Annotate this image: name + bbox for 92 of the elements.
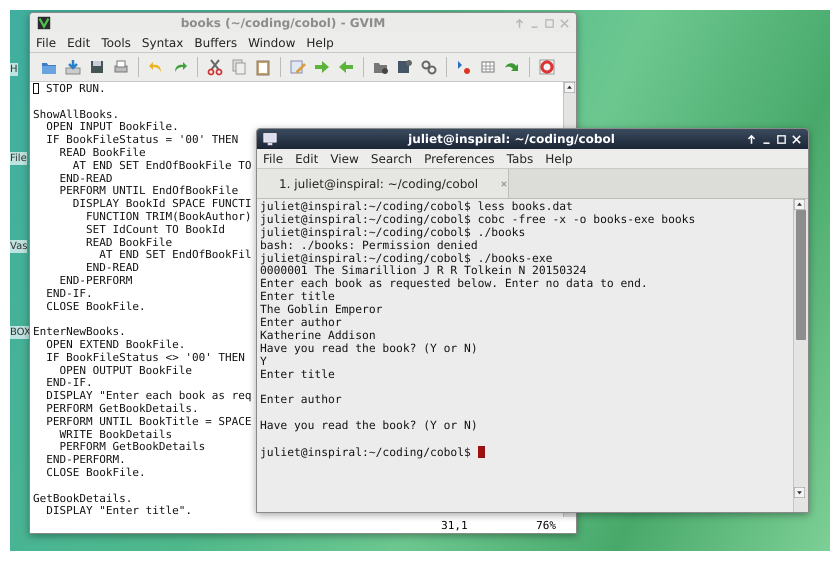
download-icon[interactable] — [64, 58, 82, 76]
menu-item[interactable]: View — [330, 152, 359, 166]
menu-item[interactable]: Syntax — [142, 36, 184, 50]
window-title: books (~/coding/cobol) - GVIM — [180, 16, 386, 30]
scrollbar-thumb[interactable] — [796, 210, 806, 340]
code-line: ShowAllBooks. — [33, 108, 120, 121]
menu-item[interactable]: Help — [306, 36, 334, 50]
code-line: bash: ./books: Permission denied — [260, 238, 478, 252]
code-line: CLOSE BookFile. — [45, 300, 146, 313]
code-line: DISPLAY "Enter each book as req — [45, 389, 252, 402]
copy-icon[interactable] — [230, 58, 248, 76]
scroll-up-icon[interactable] — [564, 82, 575, 93]
tab-label: 1. juliet@inspiral: ~/coding/cobol — [279, 176, 478, 190]
code-line: Enter each book as requested below. Enter no data to end. — [260, 277, 648, 290]
menu-item[interactable]: Edit — [67, 36, 90, 50]
app-logo-icon — [36, 15, 52, 31]
code-line: juliet@inspiral:~/coding/cobol$ ./books — [260, 226, 526, 239]
code-line: Y — [260, 354, 267, 368]
code-line: Have you read the book? (Y or N) — [260, 419, 478, 432]
pencil-icon[interactable] — [289, 58, 307, 76]
menu-item[interactable]: File — [263, 152, 284, 166]
code-line: PERFORM GetBookDetails. — [45, 402, 199, 415]
text-cursor — [33, 83, 39, 94]
code-line: END-READ — [58, 172, 112, 185]
code-line: FUNCTION TRIM(BookAuthor) — [84, 210, 252, 223]
code-line: PERFORM GetBookDetails — [58, 440, 206, 454]
scroll-percent: 76% — [536, 518, 556, 532]
code-line: OPEN EXTEND BookFile. — [45, 338, 186, 351]
desktop-icon-label[interactable]: File — [10, 152, 27, 165]
code-line: OPEN INPUT BookFile. — [45, 120, 179, 134]
desktop-icon-label[interactable]: Vas — [10, 240, 28, 253]
code-line: END-IF. — [45, 286, 93, 300]
menu-item[interactable]: File — [36, 36, 56, 50]
code-line: Enter author — [260, 316, 342, 330]
code-line: Have you read the book? (Y or N) — [260, 342, 478, 355]
code-line: Katherine Addison — [260, 328, 376, 342]
code-line: juliet@inspiral:~/coding/cobol$ less books.dat — [260, 200, 573, 213]
shapes-icon[interactable] — [455, 58, 473, 76]
code-line: DISPLAY BookId SPACE FUNCTI — [72, 197, 252, 210]
menu-item[interactable]: Tabs — [506, 152, 534, 166]
code-line: Enter author — [260, 393, 342, 406]
code-line: CLOSE BookFile. — [45, 466, 146, 479]
code-line: GetBookDetails. — [33, 492, 132, 504]
floppy-icon[interactable] — [88, 58, 106, 76]
code-line: AT END SET EndOfBookFile TO — [72, 158, 252, 172]
menu-item[interactable]: Tools — [101, 36, 131, 50]
menu-item[interactable]: Edit — [295, 152, 318, 166]
code-line: OPEN OUTPUT BookFile — [58, 364, 192, 377]
code-line: PERFORM UNTIL BookTitle = SPACE — [45, 414, 252, 428]
scroll-down-icon[interactable] — [794, 487, 805, 498]
terminal-tab[interactable]: 1. juliet@inspiral: ~/coding/cobol — [257, 169, 509, 198]
code-line: juliet@inspiral:~/coding/cobol$ ./books-exe — [260, 252, 552, 265]
right-arrow-icon[interactable] — [313, 58, 331, 76]
code-line: END-PERFORM. — [45, 453, 126, 466]
code-line: 0000001 The Simarillion J R R Tolkein N 20150324 — [260, 264, 586, 278]
code-line: The Goblin Emperor — [260, 303, 382, 316]
scroll-up-icon[interactable] — [794, 199, 805, 210]
code-line: juliet@inspiral:~/coding/cobol$ cobc -free -x -o books-exe books — [260, 212, 696, 226]
gears-icon[interactable] — [420, 58, 438, 76]
code-line: Enter title — [260, 290, 335, 304]
left-arrow-icon[interactable] — [337, 58, 355, 76]
window-title: juliet@inspiral: ~/coding/cobol — [406, 132, 616, 146]
code-line: SET IdCount TO BookId — [84, 222, 226, 236]
code-line: juliet@inspiral:~/coding/cobol$ — [260, 446, 472, 459]
monitor-icon — [263, 132, 277, 146]
code-line: IF BookFileStatus <> '00' THEN — [45, 350, 245, 364]
code-line: DISPLAY "Enter title". — [45, 504, 192, 517]
menu-item[interactable]: Window — [248, 36, 296, 50]
menu-item[interactable]: Help — [545, 152, 573, 166]
text-cursor — [478, 446, 485, 458]
desktop-icon-label[interactable]: H — [10, 63, 18, 76]
desktop-icon-label[interactable]: BOX — [10, 326, 31, 339]
code-line: EnterNewBooks. — [33, 325, 126, 338]
code-line: STOP RUN. — [46, 82, 106, 95]
clipboard-icon[interactable] — [254, 58, 272, 76]
code-line: READ BookFile — [84, 236, 172, 249]
code-line: END-PERFORM — [58, 274, 132, 287]
code-line: WRITE BookDetails — [58, 428, 172, 441]
code-line: Enter title — [260, 368, 335, 381]
code-line: READ BookFile — [58, 146, 146, 159]
menu-item[interactable]: Buffers — [194, 36, 238, 50]
code-line: IF BookFileStatus = '00' THEN — [45, 133, 238, 146]
floppy-gear-icon[interactable] — [396, 58, 414, 76]
code-line: AT END SET EndOfBookFil — [98, 248, 252, 262]
menu-item[interactable]: Search — [370, 152, 412, 166]
menu-item[interactable]: Preferences — [424, 152, 495, 166]
cursor-position: 31,1 — [441, 518, 469, 532]
code-line: END-IF. — [45, 376, 93, 390]
lifebuoy-icon[interactable] — [538, 58, 556, 76]
code-line: END-READ — [84, 261, 139, 274]
code-line: PERFORM UNTIL EndOfBookFile — [58, 184, 238, 198]
scissors-icon[interactable] — [206, 58, 224, 76]
